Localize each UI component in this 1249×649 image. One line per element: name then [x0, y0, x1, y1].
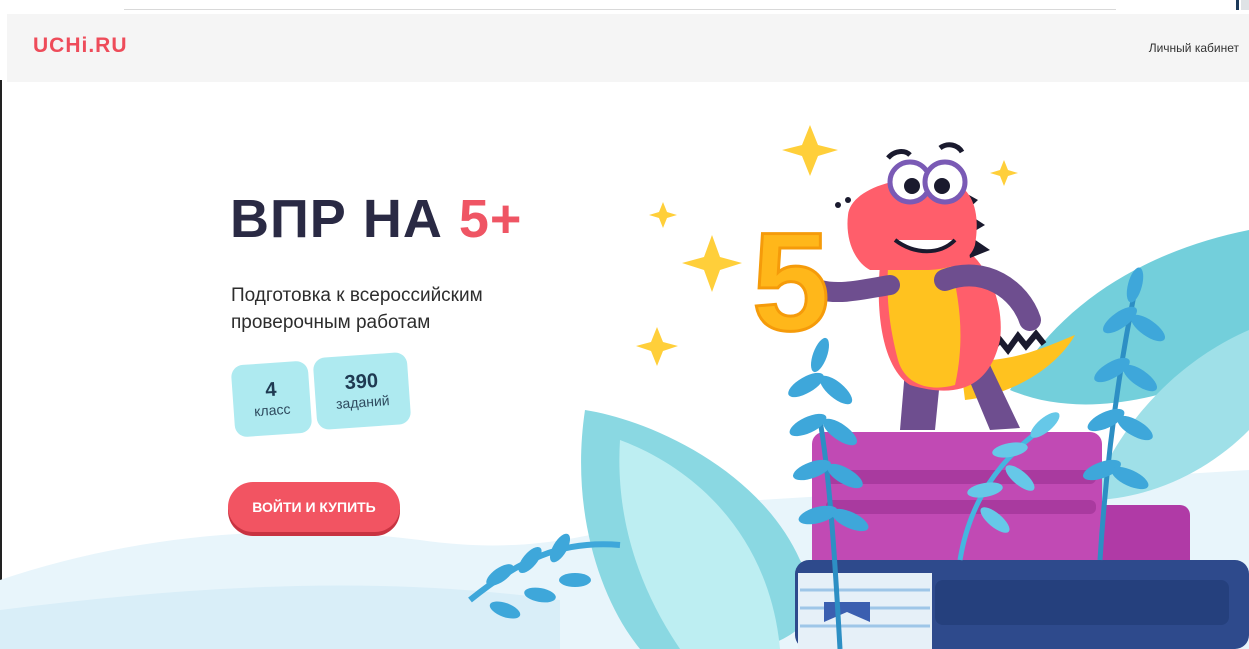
book-magenta-stripe: [826, 470, 1096, 484]
hero-title-main: ВПР НА: [230, 189, 443, 249]
hero-title: ВПР НА 5+: [230, 192, 522, 246]
book-navy-inner: [935, 580, 1229, 625]
book-magenta-stripe-2: [826, 500, 1096, 514]
uchi-logo[interactable]: UCHi.RU: [33, 34, 128, 58]
sparkle-icon: [782, 125, 838, 176]
site-header: UCHi.RU Личный кабинет: [7, 14, 1249, 82]
hero-title-accent: 5+: [458, 189, 523, 249]
account-link[interactable]: Личный кабинет: [1149, 41, 1239, 55]
grade-label: класс: [253, 400, 291, 420]
tasks-badge: 390 заданий: [312, 351, 412, 431]
dino-arm: [810, 275, 900, 303]
number-five-figure: 5: [752, 203, 830, 360]
tasks-label: заданий: [335, 392, 391, 412]
hero-illustration: 5: [0, 125, 1249, 649]
sparkle-icon: [990, 160, 1018, 186]
sparkle-icon: [636, 327, 678, 366]
grade-value: 4: [264, 378, 278, 402]
window-corner-bar: [1236, 0, 1239, 10]
top-divider: [124, 9, 1116, 10]
login-and-buy-button[interactable]: ВОЙТИ И КУПИТЬ: [228, 482, 400, 532]
hero-subtitle: Подготовка к всероссийским проверочным р…: [231, 285, 483, 333]
window-corner-box: [1241, 0, 1249, 10]
sparkle-icon: [649, 202, 677, 228]
grade-badge: 4 класс: [230, 360, 313, 438]
tasks-value: 390: [343, 369, 379, 395]
sparkle-icon: [682, 235, 742, 292]
